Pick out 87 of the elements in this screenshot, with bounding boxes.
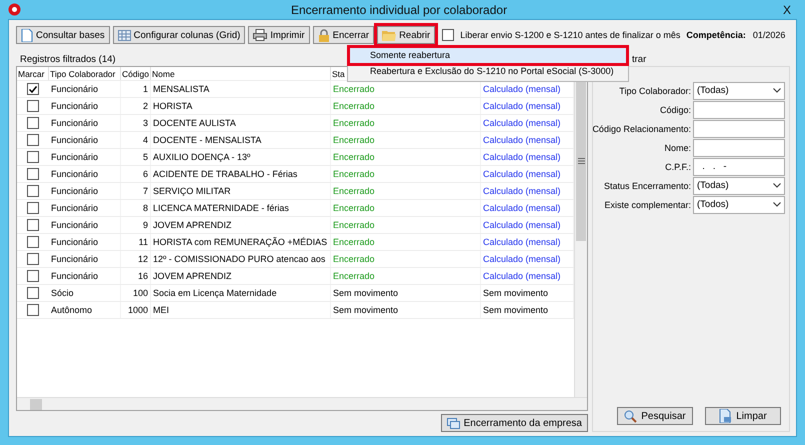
table-cell: Socia em Licença Maternidade xyxy=(151,285,331,301)
table-cell: HORISTA com REMUNERAÇÃO +MÉDIAS xyxy=(151,234,331,250)
close-button[interactable]: X xyxy=(777,2,797,16)
table-cell: Autônomo xyxy=(49,302,121,318)
column-header[interactable]: Nome xyxy=(151,67,331,80)
table-cell: 100 xyxy=(121,285,151,301)
table-cell: SERVIÇO MILITAR xyxy=(151,183,331,199)
toolbar-button[interactable]: Consultar bases xyxy=(16,26,110,44)
table-cell: MENSALISTA xyxy=(151,81,331,97)
table-cell: 8 xyxy=(121,200,151,216)
table-cell: Funcionário xyxy=(49,132,121,148)
table-cell: Funcionário xyxy=(49,217,121,233)
menu-item[interactable]: Reabertura e Exclusão do S-1210 no Portal eSocial (S-3000) xyxy=(350,64,626,79)
table-cell: JOVEM APRENDIZ xyxy=(151,217,331,233)
table-cell: 7 xyxy=(121,183,151,199)
table-cell: Encerrado xyxy=(331,217,481,233)
toolbar-button[interactable]: Configurar colunas (Grid) xyxy=(112,26,246,44)
group-title: Registros filtrados (14) xyxy=(20,54,116,66)
table-cell: 16 xyxy=(121,268,151,284)
toolbar-button[interactable]: Reabrir xyxy=(377,26,436,44)
table-cell: Encerrado xyxy=(331,149,481,165)
table-cell: 6 xyxy=(121,166,151,182)
field-label: Nome: xyxy=(664,142,691,152)
table-cell: ACIDENTE DE TRABALHO - Férias xyxy=(151,166,331,182)
field-label: Tipo Colaborador: xyxy=(619,86,691,96)
table-cell: Funcionário xyxy=(49,200,121,216)
table-cell: HORISTA xyxy=(151,98,331,114)
action-button[interactable]: Limpar xyxy=(705,407,781,425)
table-cell: Funcionário xyxy=(49,81,121,97)
table-cell: 5 xyxy=(121,149,151,165)
field-label: Status Encerramento: xyxy=(604,180,691,190)
table-cell: Sócio xyxy=(49,285,121,301)
table-cell: JOVEM APRENDIZ xyxy=(151,268,331,284)
table-cell: Funcionário xyxy=(49,166,121,182)
table-cell: 12º - COMISSIONADO PURO atencao aos xyxy=(151,251,331,267)
company-closing-button[interactable]: Encerramento da empresa xyxy=(440,414,588,432)
field-label: Existe complementar: xyxy=(604,200,691,210)
table-cell: Sem movimento xyxy=(331,285,481,301)
toolbar-button[interactable]: Encerrar xyxy=(312,26,374,44)
group-title: trar xyxy=(631,54,648,66)
menu-item[interactable]: Somente reabertura xyxy=(350,48,626,63)
field-label: C.P.F.: xyxy=(665,162,691,172)
dropdown[interactable]: (Todos) xyxy=(693,196,785,214)
window-title: Encerramento individual por colaborador xyxy=(290,2,508,16)
table-cell: Funcionário xyxy=(49,268,121,284)
table-cell: LICENCA MATERNIDADE - férias xyxy=(151,200,331,216)
field-label: Código Relacionamento: xyxy=(592,124,691,134)
table-cell: Encerrado xyxy=(331,115,481,131)
table-cell: 1 xyxy=(121,81,151,97)
checkbox-label: Liberar envio S-1200 e S-1210 antes de finalizar o mês xyxy=(460,30,680,40)
table-cell: Funcionário xyxy=(49,149,121,165)
table-cell: 9 xyxy=(121,217,151,233)
table-cell: Encerrado xyxy=(331,166,481,182)
column-header[interactable]: Código xyxy=(121,67,151,80)
table-cell: DOCENTE - MENSALISTA xyxy=(151,132,331,148)
table-cell: Funcionário xyxy=(49,251,121,267)
table-cell: Encerrado xyxy=(331,183,481,199)
table-cell: 1000 xyxy=(121,302,151,318)
table-cell: MEI xyxy=(151,302,331,318)
competencia-value: 01/2026 xyxy=(752,30,786,40)
table-cell: 2 xyxy=(121,98,151,114)
table-cell: AUXILIO DOENÇA - 13º xyxy=(151,149,331,165)
table-cell: Encerrado xyxy=(331,132,481,148)
table-cell: Encerrado xyxy=(331,200,481,216)
table-cell: Sem movimento xyxy=(331,302,481,318)
toolbar-button[interactable]: Imprimir xyxy=(248,26,310,44)
table-cell: Funcionário xyxy=(49,234,121,250)
table-cell: 3 xyxy=(121,115,151,131)
field-label: Código: xyxy=(660,104,691,114)
action-button[interactable]: Pesquisar xyxy=(617,407,693,425)
table-cell: Funcionário xyxy=(49,98,121,114)
table-cell: 11 xyxy=(121,234,151,250)
input-field[interactable]: . . - xyxy=(693,158,785,176)
table-cell: 12 xyxy=(121,251,151,267)
table-cell: DOCENTE AULISTA xyxy=(151,115,331,131)
column-header[interactable]: Tipo Colaborador xyxy=(49,67,121,80)
dropdown[interactable]: (Todas) xyxy=(693,176,785,194)
table-cell: 4 xyxy=(121,132,151,148)
table-cell: Encerrado xyxy=(331,268,481,284)
competencia-label: Competência: xyxy=(686,30,746,40)
table-cell: Encerrado xyxy=(331,234,481,250)
dropdown[interactable]: (Todas) xyxy=(693,82,785,100)
column-header[interactable]: Marcar xyxy=(17,67,49,80)
table-cell: Funcionário xyxy=(49,183,121,199)
table-cell: Encerrado xyxy=(331,251,481,267)
table-cell: Encerrado xyxy=(331,98,481,114)
table-cell: Funcionário xyxy=(49,115,121,131)
